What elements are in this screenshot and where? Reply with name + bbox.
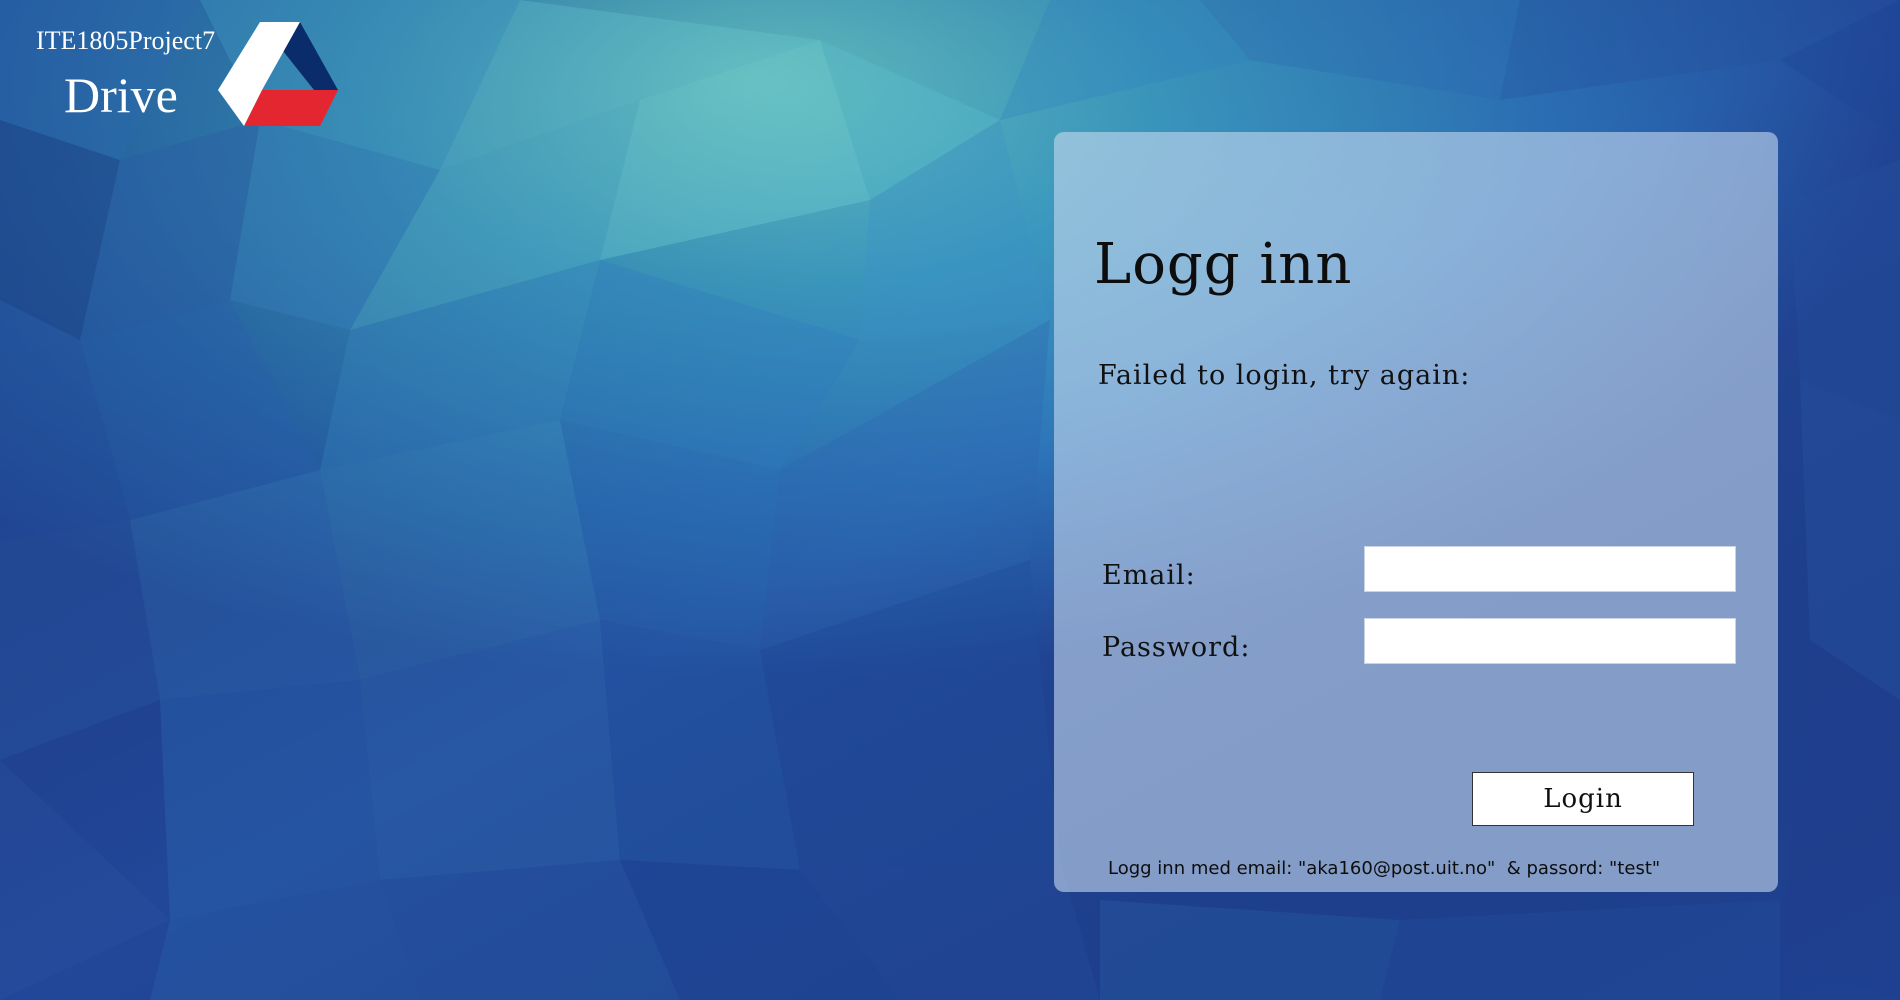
brand-header: ITE1805Project7 Drive (36, 22, 356, 134)
login-panel: Logg inn Failed to login, try again: Ema… (1054, 132, 1778, 892)
email-label: Email: (1102, 560, 1196, 591)
error-message: Failed to login, try again: (1098, 360, 1471, 391)
login-button[interactable]: Login (1472, 772, 1694, 826)
project-name: ITE1805Project7 (36, 26, 216, 55)
password-label: Password: (1102, 632, 1251, 663)
page-title: Logg inn (1094, 232, 1353, 297)
email-field[interactable] (1364, 546, 1736, 592)
password-field[interactable] (1364, 618, 1736, 664)
login-hint: Logg inn med email: "aka160@post.uit.no"… (1108, 858, 1661, 879)
drive-triangle-logo-icon (218, 22, 338, 126)
app-name: Drive (64, 67, 178, 123)
